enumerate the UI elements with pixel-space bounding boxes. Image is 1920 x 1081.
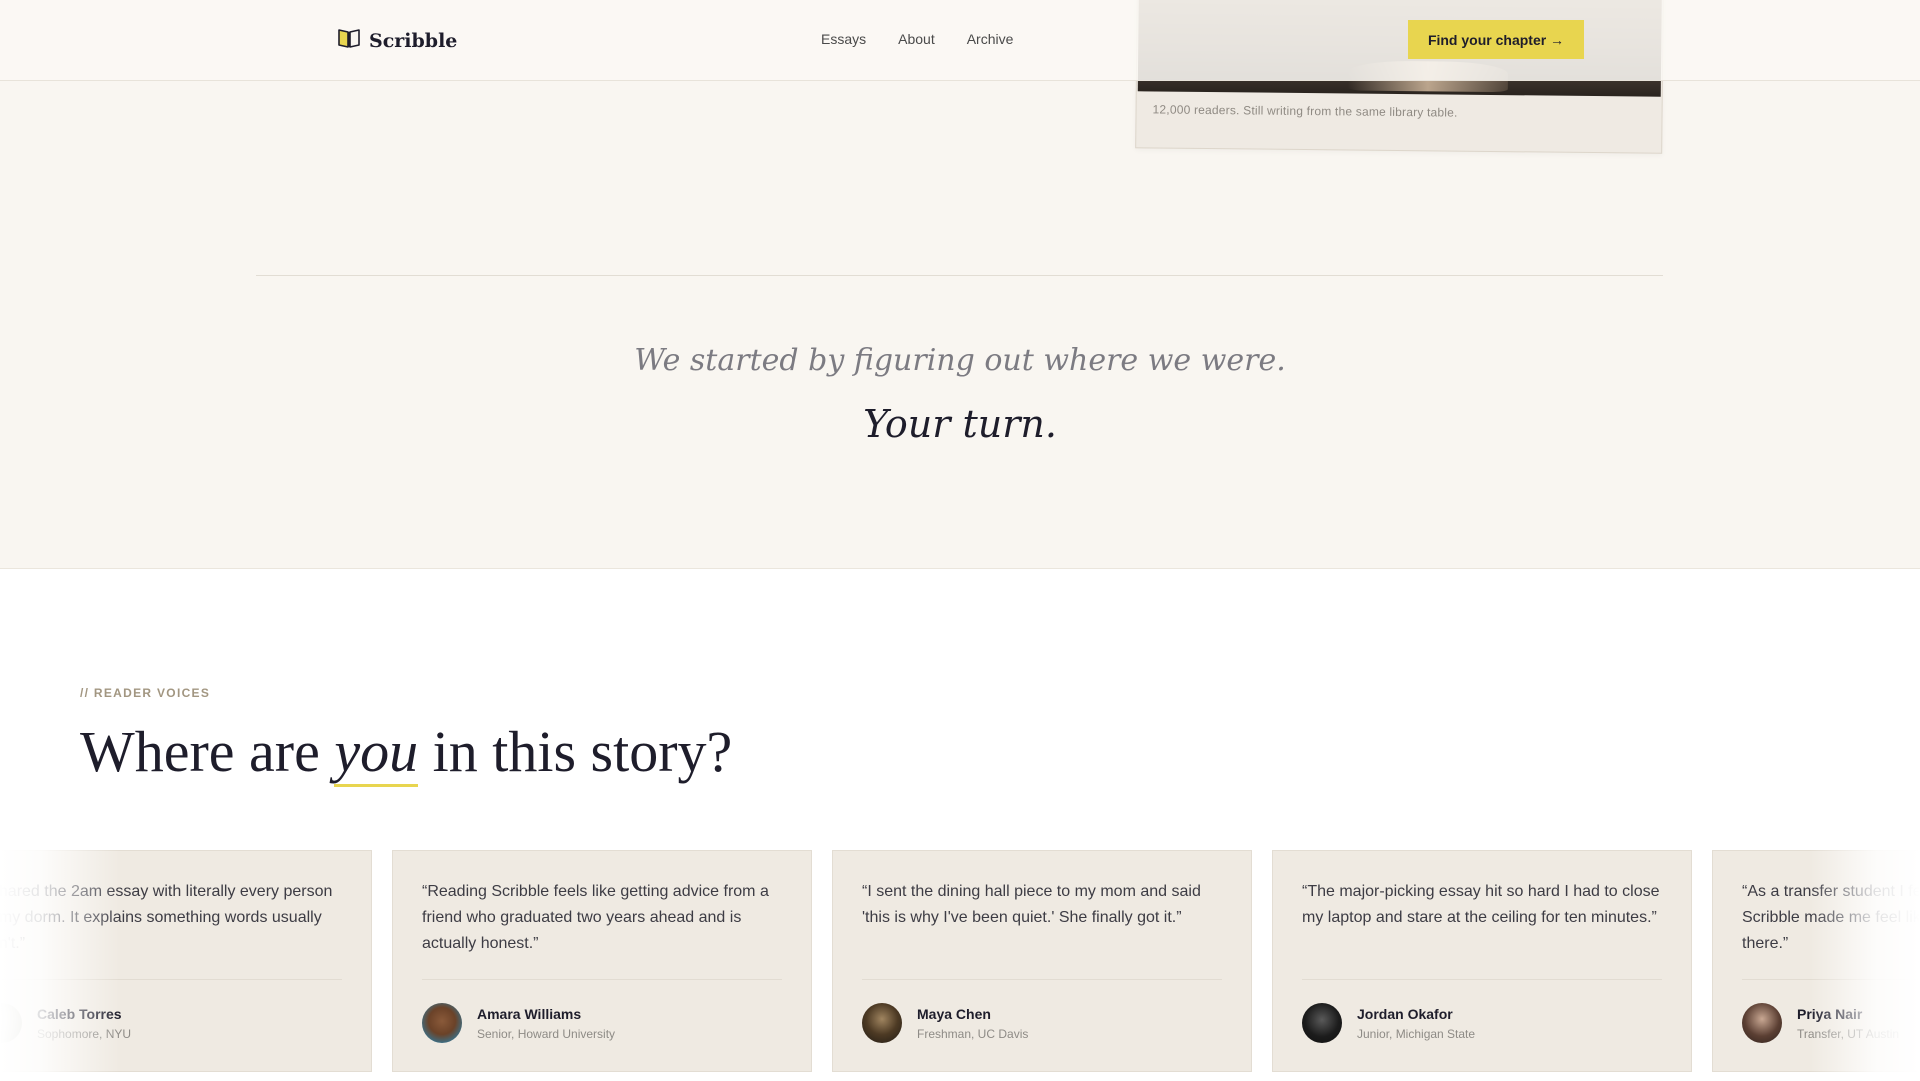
author-role: Transfer, UT Austin bbox=[1797, 1026, 1900, 1041]
author-name: Amara Williams bbox=[477, 1005, 582, 1022]
testimonial-author: Priya Nair Transfer, UT Austin bbox=[1742, 1003, 1899, 1043]
open-book-icon bbox=[337, 27, 361, 54]
main-nav: Essays About Archive bbox=[821, 31, 1013, 47]
author-name: Jordan Okafor bbox=[1357, 1005, 1453, 1022]
nav-essays[interactable]: Essays bbox=[821, 31, 866, 47]
testimonial-card: “The major-picking essay hit so hard I h… bbox=[1272, 850, 1692, 1072]
testimonial-card: I shared the 2am essay with literally ev… bbox=[0, 850, 372, 1072]
author-name: Maya Chen bbox=[917, 1005, 991, 1022]
site-header: Scribble Essays About Archive Find your … bbox=[0, 0, 1920, 81]
closing-line: We started by figuring out where we were… bbox=[634, 343, 1286, 378]
avatar bbox=[422, 1003, 462, 1043]
testimonial-author: Maya Chen Freshman, UC Davis bbox=[862, 1003, 1028, 1043]
card-divider bbox=[422, 979, 782, 980]
testimonial-card: “I sent the dining hall piece to my mom … bbox=[832, 850, 1252, 1072]
author-role: Junior, Michigan State bbox=[1357, 1026, 1476, 1041]
card-divider bbox=[0, 979, 342, 980]
author-role: Freshman, UC Davis bbox=[917, 1026, 1029, 1041]
author-name: Caleb Torres bbox=[37, 1005, 122, 1022]
brand-name: Scribble bbox=[369, 29, 458, 52]
testimonial-quote: “The major-picking essay hit so hard I h… bbox=[1302, 883, 1660, 926]
testimonial-quote: “Reading Scribble feels like getting adv… bbox=[422, 883, 769, 952]
testimonial-quote: “As a transfer student I felt lost for m… bbox=[1742, 883, 1920, 952]
card-divider bbox=[1742, 979, 1920, 980]
title-part-before: Where are bbox=[80, 719, 335, 784]
avatar bbox=[862, 1003, 902, 1043]
find-your-chapter-button[interactable]: Find your chapter → bbox=[1408, 20, 1584, 59]
author-role: Sophomore, NYU bbox=[37, 1026, 132, 1041]
testimonial-quote: I shared the 2am essay with literally ev… bbox=[0, 883, 333, 952]
card-divider bbox=[1302, 979, 1662, 980]
card-divider bbox=[862, 979, 1222, 980]
nav-about[interactable]: About bbox=[898, 31, 935, 47]
section-eyebrow: // READER VOICES bbox=[80, 686, 211, 700]
brand-logo[interactable]: Scribble bbox=[337, 27, 457, 54]
hero-section: 12,000 readers. Still writing from the s… bbox=[0, 0, 1920, 568]
testimonial-author: Caleb Torres Sophomore, NYU bbox=[0, 1003, 131, 1043]
testimonial-author: Amara Williams Senior, Howard University bbox=[422, 1003, 615, 1043]
nav-archive[interactable]: Archive bbox=[967, 31, 1014, 47]
title-part-after: in this story? bbox=[418, 719, 733, 784]
testimonial-card: “Reading Scribble feels like getting adv… bbox=[392, 850, 812, 1072]
author-name: Priya Nair bbox=[1797, 1005, 1863, 1022]
section-divider bbox=[256, 275, 1663, 276]
closing-emphasis: Your turn. bbox=[863, 402, 1057, 446]
testimonial-card: “As a transfer student I felt lost for m… bbox=[1712, 850, 1920, 1072]
avatar bbox=[0, 1003, 22, 1043]
avatar bbox=[1302, 1003, 1342, 1043]
testimonial-author: Jordan Okafor Junior, Michigan State bbox=[1302, 1003, 1475, 1043]
section-title: Where are you in this story? bbox=[80, 718, 733, 787]
author-role: Senior, Howard University bbox=[477, 1026, 616, 1041]
avatar bbox=[1742, 1003, 1782, 1043]
title-emphasis: you bbox=[334, 719, 419, 787]
testimonial-carousel[interactable]: I shared the 2am essay with literally ev… bbox=[0, 850, 1920, 1080]
photo-caption: 12,000 readers. Still writing from the s… bbox=[1152, 102, 1458, 120]
testimonial-quote: “I sent the dining hall piece to my mom … bbox=[862, 883, 1201, 926]
